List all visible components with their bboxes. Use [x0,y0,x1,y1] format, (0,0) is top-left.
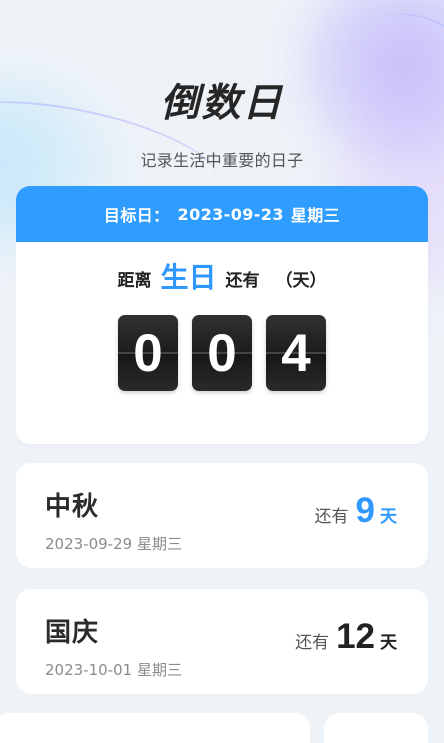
remaining-days: 9 [355,491,375,530]
digit-hundreds: 0 [118,315,178,391]
page-header: 倒数日 记录生活中重要的日子 [0,72,444,171]
digit-ones: 4 [266,315,326,391]
countdown-prefix: 距离 [117,270,152,291]
page-subtitle: 记录生活中重要的日子 [140,151,304,170]
target-date-bar: 目标日： 2023-09-23 星期三 [16,186,428,242]
target-label: 目标日： [103,206,170,225]
countdown-unit: （天） [275,270,327,291]
countdown-card[interactable]: 目标日： 2023-09-23 星期三 距离 生日 还有 （天） 0 0 4 [16,186,428,444]
event-remaining: 还有 12 天 [295,617,397,656]
event-remaining: 还有 9 天 [314,491,397,530]
remaining-unit: 天 [380,506,397,527]
side-card-peek[interactable] [324,713,428,743]
target-weekday: 星期三 [290,206,341,225]
remaining-prefix: 还有 [314,506,349,527]
remaining-prefix: 还有 [295,632,330,653]
remaining-days: 12 [336,617,375,656]
event-name: 国庆 [45,618,100,648]
next-event-card-peek[interactable] [0,713,310,743]
target-date: 2023-09-23 [177,204,284,224]
countdown-event-name: 生日 [160,261,217,294]
event-card-mid-autumn[interactable]: 中秋 2023-09-29 星期三 还有 9 天 [16,463,428,568]
digit-tens: 0 [192,315,252,391]
event-date: 2023-10-01 星期三 [45,661,182,679]
remaining-unit: 天 [380,632,397,653]
page-title: 倒数日 [160,81,284,126]
countdown-digits: 0 0 4 [16,315,428,391]
event-card-national-day[interactable]: 国庆 2023-10-01 星期三 还有 12 天 [16,589,428,694]
event-name: 中秋 [45,492,100,522]
countdown-description: 距离 生日 还有 （天） [16,264,428,292]
countdown-suffix: 还有 [225,270,260,291]
event-date: 2023-09-29 星期三 [45,535,182,553]
